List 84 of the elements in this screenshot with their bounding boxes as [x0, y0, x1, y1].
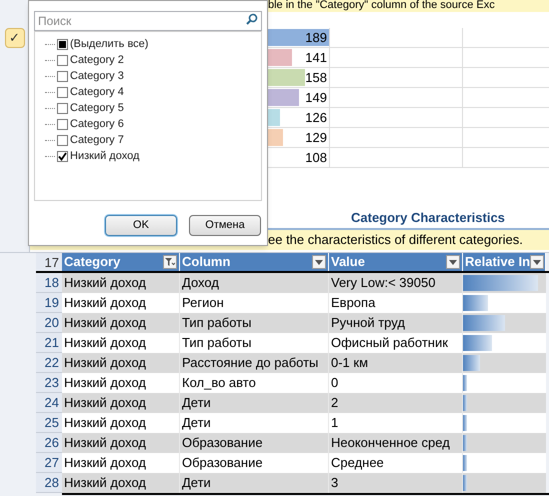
filter-item[interactable]: Category 7	[45, 132, 261, 148]
checkbox[interactable]	[57, 70, 68, 82]
note-text: ee the characteristics of different categories.	[268, 231, 523, 250]
section-title: Category Characteristics	[350, 209, 506, 227]
table-cell: Низкий доход	[62, 333, 180, 353]
filter-item[interactable]: Низкий доход	[45, 148, 261, 164]
column-header[interactable]: Column	[180, 253, 329, 271]
column-header[interactable]: Category	[62, 253, 180, 271]
table-cell: Тип работы	[180, 313, 329, 333]
dropdown-icon[interactable]	[530, 255, 544, 269]
dialog-button[interactable]: Отмена	[189, 215, 261, 236]
table-cell: Дети	[180, 413, 329, 433]
table-cell: Низкий доход	[62, 413, 180, 433]
check-button[interactable]: ✓	[4, 28, 24, 48]
row-number: 22	[36, 353, 62, 373]
count-value: 126	[305, 108, 328, 127]
table-cell: Very Low:< 39050	[329, 273, 463, 293]
table-cell: Кол_во авто	[180, 373, 329, 393]
count-value: 129	[305, 128, 328, 147]
filter-item[interactable]: Category 4	[45, 84, 261, 100]
table-cell: Неоконченное сред	[329, 433, 463, 453]
filter-item[interactable]: Category 6	[45, 116, 261, 132]
filter-item[interactable]: Category 2	[45, 52, 261, 68]
filter-item[interactable]: (Выделить все)	[45, 36, 261, 52]
table-cell: Низкий доход	[62, 453, 180, 473]
row-number: 20	[36, 313, 62, 333]
table-cell: Дети	[180, 473, 329, 493]
checkbox[interactable]	[57, 54, 68, 66]
table-cell: Образование	[180, 453, 329, 473]
table-cell: Регион	[180, 293, 329, 313]
row-number: 24	[36, 393, 62, 413]
row-number: 23	[36, 373, 62, 393]
table-cell: Низкий доход	[62, 433, 180, 453]
row-number: 17	[36, 253, 62, 271]
row-number: 28	[36, 473, 62, 493]
filter-item[interactable]: Category 5	[45, 100, 261, 116]
filter-item[interactable]: Category 3	[45, 68, 261, 84]
dialog-button[interactable]: OK	[105, 215, 177, 236]
count-value: 189	[305, 28, 328, 47]
search-field[interactable]: Поиск	[34, 11, 262, 31]
table-cell: Дети	[180, 393, 329, 413]
dropdown-icon[interactable]	[312, 255, 326, 269]
column-header[interactable]: Value	[329, 253, 463, 271]
checkbox[interactable]	[57, 38, 68, 50]
table-cell: Европа	[329, 293, 463, 313]
table-cell: Низкий доход	[62, 293, 180, 313]
table-cell: Низкий доход	[62, 313, 180, 333]
table-cell: 0	[329, 373, 463, 393]
search-icon	[246, 13, 258, 25]
table-cell: Офисный работник	[329, 333, 463, 353]
table-cell: Низкий доход	[62, 393, 180, 413]
table-cell: Тип работы	[180, 333, 329, 353]
count-value: 108	[305, 148, 328, 167]
table-cell: Ручной труд	[329, 313, 463, 333]
table-cell: 1	[329, 413, 463, 433]
table-cell: 0-1 км	[329, 353, 463, 373]
checkbox[interactable]	[57, 150, 68, 162]
table-cell: Низкий доход	[62, 373, 180, 393]
table-cell: 2	[329, 393, 463, 413]
table-cell: 3	[329, 473, 463, 493]
row-number: 18	[36, 273, 62, 293]
dropdown-icon[interactable]	[446, 255, 460, 269]
column-header[interactable]: Relative In	[463, 253, 546, 271]
count-value: 141	[305, 48, 328, 67]
table-cell: Низкий доход	[62, 273, 180, 293]
row-number: 19	[36, 293, 62, 313]
table-cell: Низкий доход	[62, 473, 180, 493]
table-cell: Расстояние до работы	[180, 353, 329, 373]
checkbox[interactable]	[57, 134, 68, 146]
checkbox[interactable]	[57, 118, 68, 130]
row-number: 21	[36, 333, 62, 353]
checkbox[interactable]	[57, 86, 68, 98]
row-number: 25	[36, 413, 62, 433]
row-number: 27	[36, 453, 62, 473]
banner-text: ble in the "Category" column of the source Exc	[268, 0, 495, 11]
count-value: 158	[305, 68, 328, 87]
count-value: 149	[305, 88, 328, 107]
filter-icon[interactable]	[163, 255, 177, 269]
table-cell: Среднее	[329, 453, 463, 473]
table-cell: Низкий доход	[62, 353, 180, 373]
table-cell: Доход	[180, 273, 329, 293]
checkbox[interactable]	[57, 102, 68, 114]
row-number: 26	[36, 433, 62, 453]
table-cell: Образование	[180, 433, 329, 453]
